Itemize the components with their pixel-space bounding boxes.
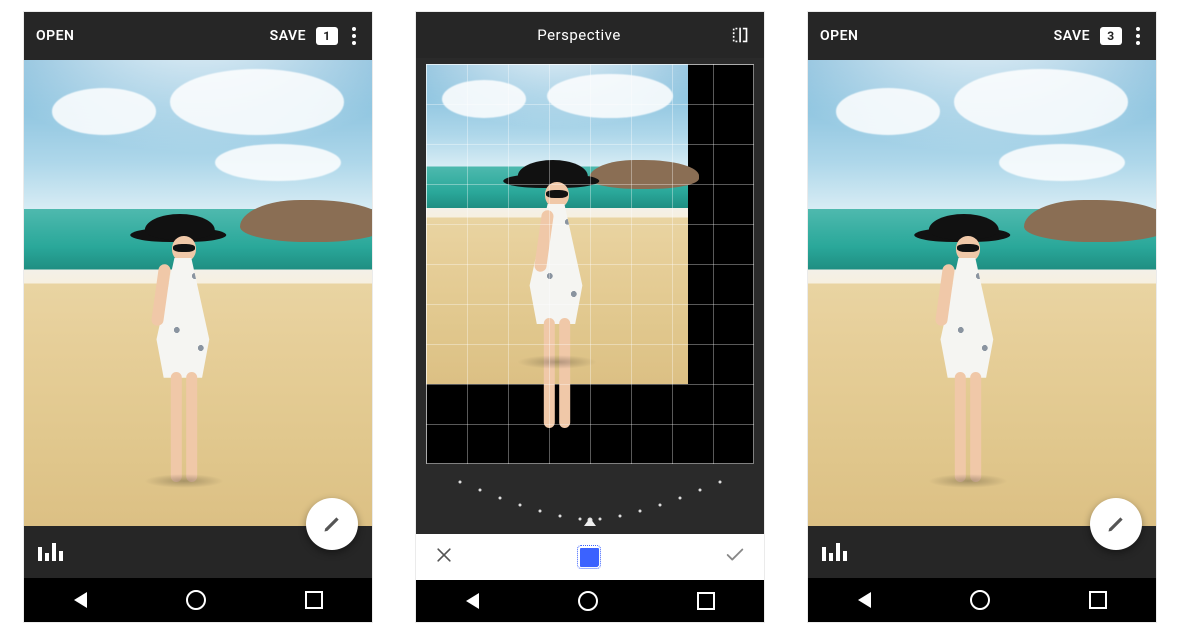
tool-title: Perspective xyxy=(428,26,730,44)
histogram-icon[interactable] xyxy=(822,543,847,561)
rotation-dial[interactable] xyxy=(416,464,764,534)
history-badge[interactable]: 3 xyxy=(1100,27,1122,45)
confirm-icon[interactable] xyxy=(724,544,746,570)
app-topbar: OPEN SAVE 1 xyxy=(24,12,372,60)
dial-marker-icon xyxy=(584,518,596,526)
overflow-menu-icon[interactable] xyxy=(348,23,360,49)
app-topbar: OPEN SAVE 3 xyxy=(808,12,1156,60)
flip-horizontal-icon[interactable] xyxy=(730,24,752,46)
nav-back-icon[interactable] xyxy=(74,592,87,608)
image-canvas[interactable] xyxy=(24,60,372,526)
nav-back-icon[interactable] xyxy=(466,593,479,609)
perspective-grid[interactable] xyxy=(426,64,754,464)
phone-screen-after: OPEN SAVE 3 xyxy=(808,12,1156,622)
open-button[interactable]: OPEN xyxy=(36,28,74,44)
pencil-icon xyxy=(1106,514,1126,534)
nav-home-icon[interactable] xyxy=(578,591,598,611)
phone-screen-before: OPEN SAVE 1 xyxy=(24,12,372,622)
open-button[interactable]: OPEN xyxy=(820,28,858,44)
phone-screen-perspective-tool: Perspective xyxy=(416,12,764,622)
cancel-icon[interactable] xyxy=(434,545,454,569)
bottom-toolbar xyxy=(808,526,1156,578)
history-badge[interactable]: 1 xyxy=(316,27,338,45)
confirm-bar xyxy=(416,534,764,580)
edit-fab[interactable] xyxy=(1090,498,1142,550)
nav-home-icon[interactable] xyxy=(970,590,990,610)
save-button[interactable]: SAVE xyxy=(270,28,306,44)
nav-back-icon[interactable] xyxy=(858,592,871,608)
fill-mode-icon[interactable] xyxy=(580,548,598,566)
tool-topbar: Perspective xyxy=(416,12,764,58)
image-canvas[interactable] xyxy=(808,60,1156,526)
nav-recent-icon[interactable] xyxy=(305,591,323,609)
nav-home-icon[interactable] xyxy=(186,590,206,610)
save-button[interactable]: SAVE xyxy=(1054,28,1090,44)
nav-recent-icon[interactable] xyxy=(1089,591,1107,609)
edit-fab[interactable] xyxy=(306,498,358,550)
android-navbar xyxy=(416,580,764,622)
bottom-toolbar xyxy=(24,526,372,578)
android-navbar xyxy=(808,578,1156,622)
android-navbar xyxy=(24,578,372,622)
nav-recent-icon[interactable] xyxy=(697,592,715,610)
overflow-menu-icon[interactable] xyxy=(1132,23,1144,49)
pencil-icon xyxy=(322,514,342,534)
histogram-icon[interactable] xyxy=(38,543,63,561)
